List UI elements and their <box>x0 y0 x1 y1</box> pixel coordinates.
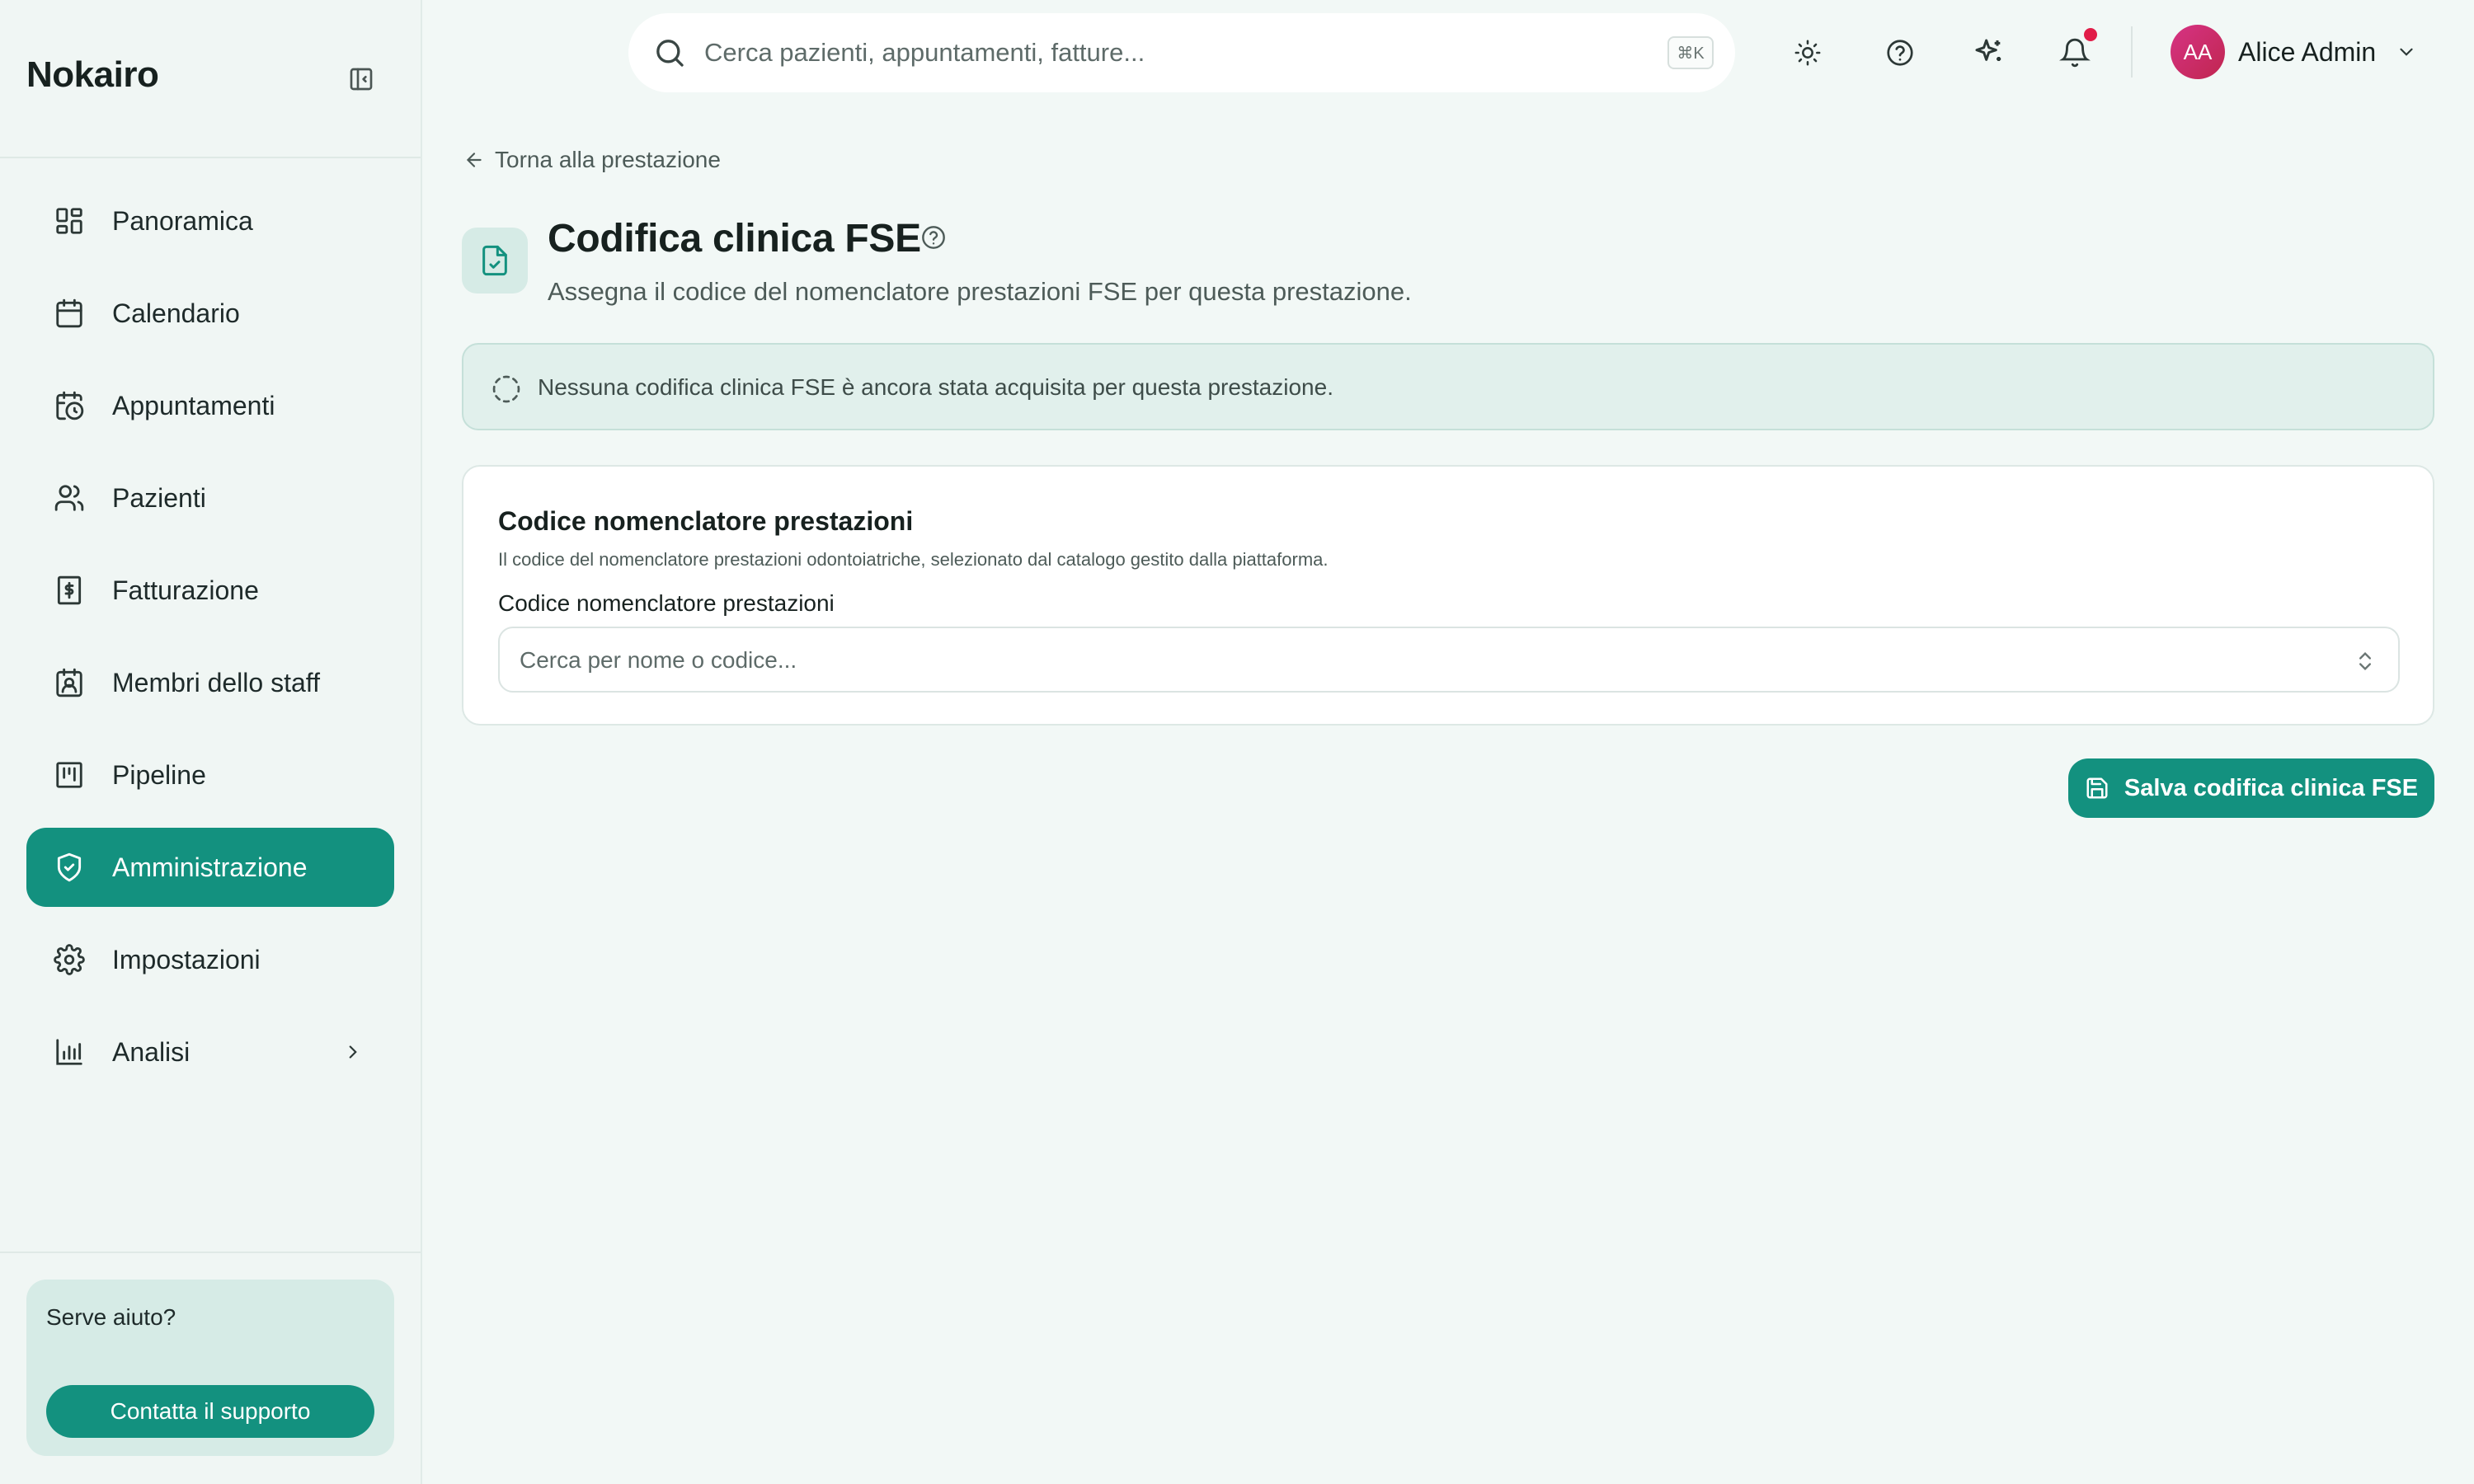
card-description: Il codice del nomenclatore prestazioni o… <box>498 549 1329 570</box>
sidebar-collapse-button[interactable] <box>345 63 378 96</box>
brand-logo: Nokairo <box>26 54 159 95</box>
sidebar-item-label: Amministrazione <box>112 852 308 882</box>
avatar: AA <box>2171 25 2225 79</box>
sidebar-divider <box>0 1252 421 1253</box>
kanban-icon <box>53 758 86 791</box>
shield-check-icon <box>53 851 86 884</box>
sparkles-icon <box>1975 39 2001 61</box>
help-circle-icon <box>922 226 945 249</box>
chevron-down-icon <box>2396 40 2419 63</box>
code-combobox[interactable] <box>498 627 2400 693</box>
receipt-icon <box>53 574 86 607</box>
app-root: Nokairo Panoramica Calendario Appuntamen… <box>0 0 2474 1484</box>
calendar-clock-icon <box>53 389 86 422</box>
notification-badge <box>2084 28 2097 41</box>
card-title: Codice nomenclatore prestazioni <box>498 506 914 536</box>
help-circle-icon <box>1887 40 1913 66</box>
sidebar-item-pipeline[interactable]: Pipeline <box>26 735 394 815</box>
sidebar-item-label: Impostazioni <box>112 944 261 974</box>
code-search-input[interactable] <box>520 640 2334 681</box>
badge-icon <box>53 666 86 699</box>
file-check-icon <box>482 245 507 276</box>
sidebar-item-pazienti[interactable]: Pazienti <box>26 458 394 538</box>
sidebar-item-analisi[interactable]: Analisi <box>26 1012 394 1092</box>
panel-left-icon <box>350 68 373 91</box>
help-card-title: Serve aiuto? <box>46 1304 176 1330</box>
help-card: Serve aiuto? Contatta il supporto <box>26 1280 394 1456</box>
users-icon <box>53 481 86 514</box>
sidebar-item-calendario[interactable]: Calendario <box>26 274 394 353</box>
sidebar-item-fatturazione[interactable]: Fatturazione <box>26 551 394 630</box>
global-search: ⌘K <box>628 13 1735 92</box>
sidebar-item-impostazioni[interactable]: Impostazioni <box>26 920 394 999</box>
sidebar-item-panoramica[interactable]: Panoramica <box>26 181 394 261</box>
back-link-label: Torna alla prestazione <box>495 147 721 172</box>
bar-chart-icon <box>53 1036 86 1068</box>
code-form-card: Codice nomenclatore prestazioni Il codic… <box>462 465 2434 726</box>
bell-icon <box>2059 38 2091 68</box>
chevrons-up-down-icon <box>2359 652 2371 670</box>
contact-support-button[interactable]: Contatta il supporto <box>46 1385 374 1438</box>
sidebar-item-label: Calendario <box>112 298 240 328</box>
sidebar-item-label: Appuntamenti <box>112 390 275 420</box>
calendar-icon <box>53 297 86 330</box>
sidebar-item-label: Pazienti <box>112 482 206 513</box>
sidebar-item-label: Fatturazione <box>112 575 259 605</box>
sidebar-item-label: Panoramica <box>112 205 253 236</box>
page-subtitle: Assegna il codice del nomenclatore prest… <box>548 277 1412 306</box>
arrow-left-icon <box>463 149 485 171</box>
help-button[interactable] <box>1880 33 1920 73</box>
search-icon <box>656 40 684 67</box>
sidebar: Nokairo Panoramica Calendario Appuntamen… <box>0 0 422 1484</box>
sidebar-item-label: Membri dello staff <box>112 667 320 697</box>
topbar-divider <box>2131 26 2133 77</box>
sidebar-item-label: Pipeline <box>112 759 206 790</box>
sidebar-item-amministrazione[interactable]: Amministrazione <box>26 828 394 907</box>
page-header-icon <box>462 228 528 294</box>
theme-toggle-button[interactable] <box>1788 33 1827 73</box>
dashed-circle-icon <box>492 375 520 403</box>
sidebar-divider <box>0 157 421 158</box>
sidebar-nav: Panoramica Calendario Appuntamenti Pazie… <box>26 181 394 1105</box>
sidebar-item-label: Analisi <box>112 1036 190 1067</box>
back-link[interactable]: Torna alla prestazione <box>463 147 721 173</box>
save-button[interactable]: Salva codifica clinica FSE <box>2068 758 2434 818</box>
search-shortcut-badge: ⌘K <box>1667 36 1714 69</box>
page-title: Codifica clinica FSE <box>548 217 921 261</box>
save-button-label: Salva codifica clinica FSE <box>2124 774 2419 801</box>
sidebar-item-membri-staff[interactable]: Membri dello staff <box>26 643 394 722</box>
search-input[interactable] <box>704 30 1611 76</box>
dashboard-icon <box>53 204 86 237</box>
info-button[interactable] <box>919 223 948 252</box>
user-menu[interactable]: AA Alice Admin <box>2171 25 2419 79</box>
field-label: Codice nomenclatore prestazioni <box>498 590 835 616</box>
gear-icon <box>53 943 86 976</box>
save-icon <box>2085 775 2111 801</box>
status-notice: Nessuna codifica clinica FSE è ancora st… <box>462 343 2434 430</box>
user-name: Alice Admin <box>2238 36 2377 67</box>
notice-text: Nessuna codifica clinica FSE è ancora st… <box>538 374 1333 400</box>
sun-icon <box>1794 40 1821 66</box>
chevron-right-icon <box>338 1037 368 1067</box>
ai-assistant-button[interactable] <box>1969 33 2009 73</box>
sidebar-item-appuntamenti[interactable]: Appuntamenti <box>26 366 394 445</box>
